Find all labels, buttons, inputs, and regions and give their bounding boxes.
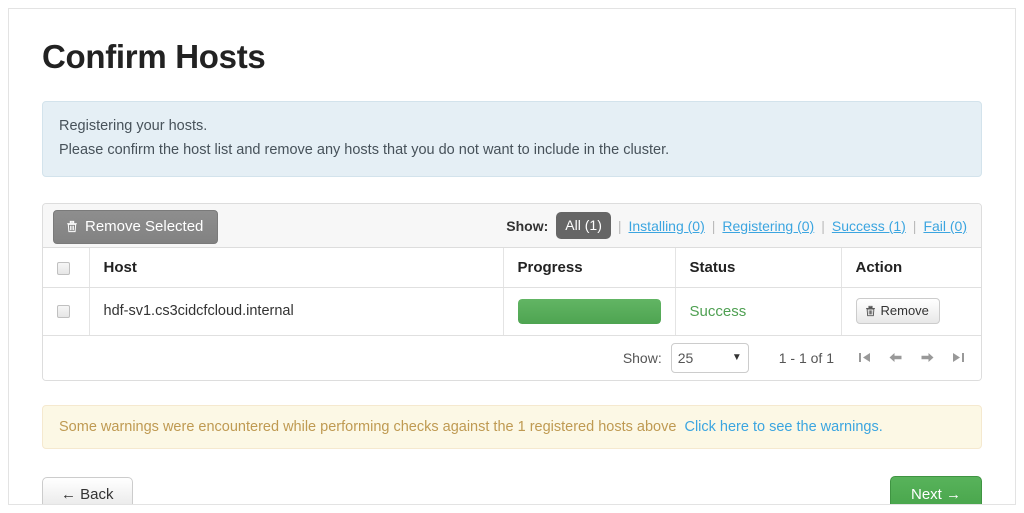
page-title: Confirm Hosts [42, 38, 266, 75]
table-header-row: Host Progress Status Action [43, 248, 981, 288]
hosts-toolbar: Remove Selected Show: All (1) | Installi… [43, 204, 981, 249]
remove-selected-label: Remove Selected [85, 217, 204, 235]
next-page-icon[interactable] [920, 351, 935, 364]
header-progress: Progress [503, 248, 676, 288]
page-size-select[interactable]: 25 ▼ [670, 342, 749, 373]
last-page-icon[interactable] [952, 351, 965, 364]
filter-registering[interactable]: Registering (0) [722, 218, 814, 234]
pagination-show-label: Show: [622, 349, 662, 366]
header-host: Host [89, 248, 504, 288]
remove-host-label: Remove [880, 303, 929, 319]
trash-icon [865, 305, 876, 317]
row-select-cell [43, 287, 90, 336]
filter-separator: | [617, 217, 622, 234]
filter-installing[interactable]: Installing (0) [629, 218, 705, 234]
filter-success[interactable]: Success (1) [832, 218, 906, 234]
warning-alert-text: Some warnings were encountered while per… [59, 418, 677, 435]
row-status-cell: Success [675, 287, 842, 336]
view-warnings-link[interactable]: Click here to see the warnings. [684, 419, 882, 435]
filter-separator: | [912, 217, 917, 234]
header-action: Action [841, 248, 981, 288]
page-content: Confirm Hosts Registering your hosts. Pl… [9, 9, 1015, 504]
previous-page-icon[interactable] [888, 351, 903, 364]
hosts-panel: Remove Selected Show: All (1) | Installi… [42, 203, 982, 381]
row-host-name: hdf-sv1.cs3cidcfcloud.internal [89, 287, 504, 336]
filters-show-label: Show: [506, 217, 549, 234]
wizard-navigation: ← Back Next → [42, 475, 982, 504]
pagination-range: 1 - 1 of 1 [778, 349, 834, 366]
hosts-table-head: Host Progress Status Action [43, 248, 981, 288]
page-size-value: 25 [677, 349, 694, 366]
filter-fail[interactable]: Fail (0) [923, 218, 967, 234]
progress-bar [517, 298, 661, 324]
warning-alert: Some warnings were encountered while per… [42, 404, 982, 449]
filter-separator: | [821, 217, 825, 234]
table-pagination: Show: 25 ▼ 1 - 1 of 1 [43, 335, 981, 380]
row-checkbox[interactable] [57, 304, 70, 318]
back-button[interactable]: ← Back [42, 476, 133, 504]
pagination-arrows [858, 351, 965, 364]
table-row: hdf-sv1.cs3cidcfcloud.internal Success R… [43, 287, 981, 336]
remove-host-button[interactable]: Remove [855, 298, 940, 325]
hosts-table: Host Progress Status Action hdf-sv1.cs3c… [43, 248, 981, 336]
hosts-table-body: hdf-sv1.cs3cidcfcloud.internal Success R… [43, 287, 981, 336]
chevron-down-icon: ▼ [731, 352, 742, 364]
row-progress-cell [503, 287, 676, 336]
select-all-checkbox[interactable] [57, 261, 70, 275]
next-button[interactable]: Next → [889, 475, 982, 504]
progress-bar-fill [517, 298, 661, 324]
remove-selected-button[interactable]: Remove Selected [53, 209, 219, 244]
info-alert-line-1: Registering your hosts. [59, 118, 208, 135]
filter-separator: | [711, 217, 716, 234]
page-frame: Confirm Hosts Registering your hosts. Pl… [8, 8, 1016, 505]
status-filters: Show: All (1) | Installing (0) | Registe… [506, 212, 967, 240]
filter-all[interactable]: All (1) [556, 212, 611, 240]
status-badge: Success [689, 302, 747, 320]
info-alert-line-2: Please confirm the host list and remove … [59, 141, 670, 158]
trash-icon [66, 220, 78, 233]
first-page-icon[interactable] [858, 351, 871, 364]
header-status: Status [675, 248, 842, 288]
row-action-cell: Remove [841, 287, 981, 336]
header-select-all [43, 248, 90, 288]
info-alert: Registering your hosts. Please confirm t… [42, 101, 982, 178]
